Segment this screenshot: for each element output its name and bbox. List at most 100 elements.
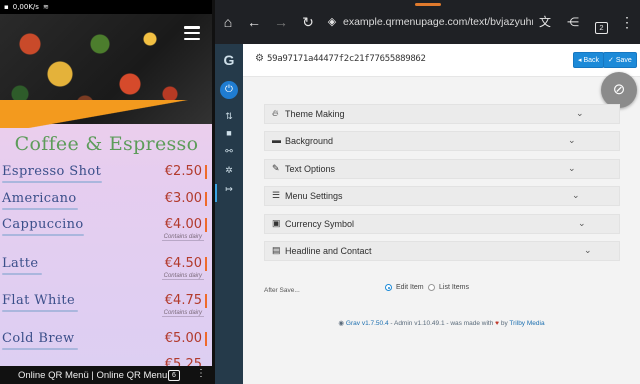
more-vert-icon[interactable]: ⋮ [196,368,206,379]
logout-icon[interactable]: ↦ [221,182,237,196]
status-bar: ▪ 0,00K/s ≋ [0,0,213,14]
back-button[interactable]: ◂ Back [573,52,605,68]
window-handle[interactable] [415,3,441,6]
trilby-media-link[interactable]: Trilby Media [509,320,544,327]
address-bar[interactable]: example.qrmenupage.com/text/bvjazyuhmcsd… [343,16,533,28]
radio-unselected-indicator [428,284,435,291]
power-icon[interactable]: ⏻ [220,81,238,99]
back-arrow-icon[interactable]: ← [245,13,263,31]
reload-icon[interactable]: ↻ [299,13,317,31]
dairy-tag: Contains dairy [161,273,204,280]
refresh-icon[interactable]: ⇅ [221,109,237,123]
radio-label: Edit Item [396,284,424,291]
grav-link[interactable]: Grav [346,320,360,327]
gears-icon: ⚙ [255,53,264,64]
page-title-bar: ⚙ 59a97171a44477f2c21f77655889862 ◂ Back… [243,44,640,77]
settings-icon[interactable]: ✲ [221,163,237,177]
admin-version-text: - Admin v1.10.49.1 - was made with [390,320,494,327]
money-icon: ▣ [272,217,281,228]
menu-item-name: Latte [2,256,39,271]
menu-item-price: €5.00 [164,331,202,346]
section-headline-and-contact[interactable]: ▤ Headline and Contact ⌄ [264,240,620,261]
after-save-label: After Save... [264,287,300,294]
share-icon[interactable]: ⋲ [564,13,582,31]
image-icon: ▬ [272,135,281,146]
hero-accent-stripe [0,100,213,128]
screen: { "status_bar": { "time": "", "net_speed… [0,0,640,384]
menu-item-underline [2,208,78,210]
section-label: Background [285,136,334,147]
save-button[interactable]: ✓ Save [603,52,637,68]
section-label: Theme Making [285,109,345,119]
menu-item[interactable]: Cappuccino €4.00 Contains dairy [2,217,210,247]
section-background[interactable]: ▬ Background ⌄ [264,131,620,152]
chevron-down-icon: ⌄ [578,217,586,228]
section-text-options[interactable]: ✎ Text Options ⌄ [264,158,620,179]
page-id: 59a97171a44477f2c21f77655889862 [267,54,426,64]
menu-item-price: €4.75 [164,293,202,308]
menu-item-name: Espresso Shot [2,164,102,179]
back-button-label: Back [583,57,600,64]
grav-logo-icon[interactable]: G [219,52,239,70]
translate-icon[interactable]: 文 [536,13,554,31]
menu-item-price: €3.00 [164,191,202,206]
list-icon: ☰ [272,190,281,201]
price-accent-bar [205,192,207,206]
save-button-label: Save [615,57,632,64]
radio-label: List Items [439,284,469,291]
radio-edit-item[interactable]: Edit Item [385,284,424,291]
menu-item[interactable]: Flat White €4.75 Contains dairy [2,293,210,323]
browser-pane: ⌂ ← → ↻ ◈ example.qrmenupage.com/text/bv… [215,0,640,384]
chevron-down-icon: ⌄ [572,190,580,201]
active-indicator [215,184,217,202]
preview-toggle-eye-slash-icon[interactable]: ⊘ [601,72,637,108]
settings-accordion: 🔥︎ Theme Making ⌄ ▬ Background ⌄ ✎ Text … [264,104,620,268]
price-accent-bar [205,218,207,232]
section-menu-settings[interactable]: ☰ Menu Settings ⌄ [264,186,620,207]
section-label: Headline and Contact [285,245,372,256]
menu-item-name: Cappuccino [2,217,84,232]
menu-item-name: Cold Brew [2,331,75,346]
price-accent-bar [205,165,207,179]
section-label: Currency Symbol [285,218,355,229]
tabs-icon[interactable]: 2 [595,22,608,34]
radio-list-items[interactable]: List Items [428,284,469,291]
menu-item[interactable]: Espresso Shot €2.50 [2,164,210,194]
menu-item-name: Flat White [2,293,76,308]
pages-icon[interactable]: ■ [221,126,237,140]
browser-toolbar: ⌂ ← → ↻ ◈ example.qrmenupage.com/text/bv… [215,0,640,44]
price-accent-bar [205,294,207,308]
home-icon[interactable]: ⌂ [219,13,237,31]
plugins-icon[interactable]: ⚯ [221,144,237,158]
forward-arrow-icon[interactable]: → [272,13,290,31]
menu-item-underline [2,348,78,350]
admin-footer: ◉ Grav v1.7.50.4 - Admin v1.10.49.1 - wa… [243,319,640,327]
category-title: Coffee & Espresso [14,133,199,155]
radio-selected-indicator [385,284,392,291]
menu-item[interactable]: Latte €4.50 Contains dairy [2,256,210,286]
menu-item-price: €2.50 [164,164,202,179]
dairy-tag: Contains dairy [161,234,204,241]
hamburger-menu-icon[interactable] [184,26,200,40]
status-signal-icon: ▪ [4,3,9,11]
grav-small-icon: ◉ [338,320,345,327]
price-accent-bar [205,257,207,271]
by-text: by [500,320,508,327]
section-theme-making[interactable]: 🔥︎ Theme Making ⌄ [264,104,620,124]
more-vert-icon[interactable]: ⋮ [618,13,636,31]
chevron-down-icon: ⌄ [568,162,576,173]
section-label: Menu Settings [285,191,343,202]
menu-item-underline [2,234,84,236]
admin-content: ⚙ 59a97171a44477f2c21f77655889862 ◂ Back… [243,44,640,384]
wifi-icon: ≋ [42,3,49,11]
dairy-tag: Contains dairy [161,310,204,317]
chevron-down-icon: ⌄ [584,244,592,255]
tab-count-badge[interactable]: 6 [168,370,180,381]
menu-item-underline [2,310,78,312]
secure-site-icon[interactable]: ◈ [323,13,341,31]
section-currency-symbol[interactable]: ▣ Currency Symbol ⌄ [264,213,620,234]
window-title: Online QR Menü | Online QR Menu [18,369,168,381]
menu-preview-pane: ▪ 0,00K/s ≋ Coffee & Espresso Espresso S… [0,0,213,384]
window-title-bar[interactable]: Online QR Menü | Online QR Menu [0,366,213,384]
chevron-down-icon: ⌄ [568,135,576,146]
